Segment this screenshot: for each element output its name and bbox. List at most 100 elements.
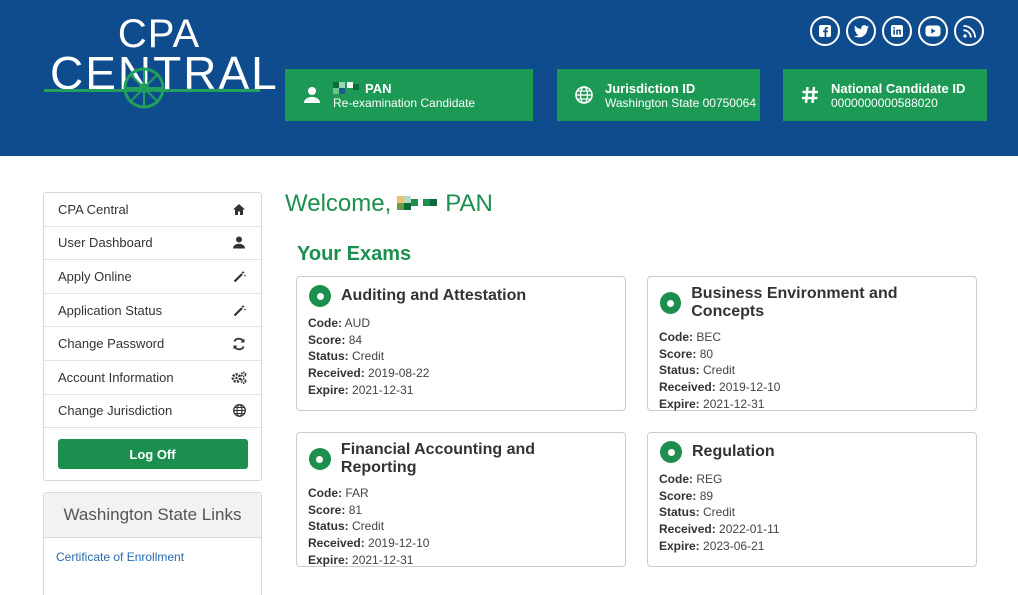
sidebar-item-label: CPA Central [58,201,129,217]
expire-label: Expire: [659,396,700,411]
status-label: Status: [308,349,349,364]
redacted-name-pixels [397,196,438,210]
exam-card-far: Financial Accounting and Reporting Code:… [296,432,626,567]
hashtag-icon [797,86,823,104]
certificate-of-enrollment-link[interactable]: Certificate of Enrollment [44,538,261,576]
code-label: Code: [659,330,693,344]
exam-received: 2022-01-11 [719,522,780,537]
wand-icon [231,302,247,318]
redacted-name-pixels [333,82,359,94]
exam-received: 2019-12-10 [368,536,430,551]
exam-status: Credit [703,505,736,520]
user-icon [299,86,325,104]
gears-icon [231,369,247,385]
status-dot-icon [309,285,331,307]
sidebar-item-label: Change Jurisdiction [58,403,173,419]
sidebar-item-label: Change Password [58,336,165,352]
exam-code: AUD [344,316,371,330]
national-id-info-card: National Candidate ID 0000000000588020 [783,69,987,121]
wand-icon [231,268,247,284]
exam-name: Regulation [692,443,775,460]
log-off-button[interactable]: Log Off [57,439,248,470]
exam-expire: 2021-12-31 [703,396,765,411]
home-icon [231,201,247,217]
received-label: Received: [308,536,365,551]
exam-score: 81 [348,502,363,517]
status-dot-icon [309,448,331,470]
logoff-container: Log Off [44,428,261,480]
sidebar-menu: CPA Central User Dashboard Apply Online … [43,192,262,482]
rss-icon[interactable] [954,16,984,46]
site-header: CPA CENTRAL PAN Re-examination Candidate… [0,0,1018,156]
exam-expire: 2021-12-31 [352,382,414,397]
candidate-info-card: PAN Re-examination Candidate [285,69,533,121]
sidebar-item-cpa-central[interactable]: CPA Central [44,193,261,227]
welcome-prefix: Welcome, [285,190,392,217]
received-label: Received: [659,380,716,395]
exam-code: REG [696,472,723,486]
exam-received: 2019-12-10 [719,380,781,395]
welcome-heading: Welcome, PAN [285,190,493,218]
expire-label: Expire: [308,382,349,397]
exam-card-reg: Regulation Code: REG Score: 89 Status: C… [647,432,977,567]
exam-card-bec: Business Environment and Concepts Code: … [647,276,977,411]
sidebar-item-label: Apply Online [58,268,132,284]
expire-label: Expire: [659,538,700,553]
candidate-type: Re-examination Candidate [333,95,476,110]
social-links [810,16,984,46]
sidebar-item-apply-online[interactable]: Apply Online [44,260,261,294]
exam-score: 89 [699,488,714,503]
exam-score: 84 [348,332,363,347]
received-label: Received: [308,366,365,381]
status-dot-icon [660,441,682,463]
exam-status: Credit [703,363,736,378]
your-exams-heading: Your Exams [297,243,412,265]
logo-wheel-icon [123,67,165,109]
welcome-name: PAN [445,190,493,217]
exam-expire: 2023-06-21 [703,538,765,553]
sidebar-item-label: User Dashboard [58,235,153,251]
score-label: Score: [659,346,697,361]
twitter-icon[interactable] [846,16,876,46]
user-icon [231,235,247,251]
sidebar-item-user-dashboard[interactable]: User Dashboard [44,227,261,261]
code-label: Code: [308,316,342,330]
sidebar-item-change-password[interactable]: Change Password [44,327,261,361]
exam-expire: 2021-12-31 [352,552,414,567]
globe-icon [571,86,597,104]
refresh-icon [231,336,247,352]
jurisdiction-info-card: Jurisdiction ID Washington State 0075006… [557,69,760,121]
candidate-name: PAN [365,80,392,96]
exam-name: Business Environment and Concepts [691,285,898,320]
status-label: Status: [659,363,700,378]
jurisdiction-title: Jurisdiction ID [605,80,696,96]
globe-icon [231,403,247,419]
jurisdiction-value: Washington State 00750064 [605,95,757,110]
state-links-panel: Washington State Links Certificate of En… [43,492,262,595]
youtube-icon[interactable] [918,16,948,46]
sidebar-item-label: Account Information [58,369,174,385]
status-dot-icon [660,292,682,314]
expire-label: Expire: [308,552,349,567]
exam-status: Credit [352,349,385,364]
cpa-central-logo[interactable]: CPA CENTRAL [44,14,277,114]
national-id-title: National Candidate ID [831,80,966,96]
status-label: Status: [659,505,700,520]
score-label: Score: [659,488,697,503]
exam-card-aud: Auditing and Attestation Code: AUD Score… [296,276,626,411]
exam-code: FAR [345,486,369,500]
code-label: Code: [659,472,693,486]
received-label: Received: [659,522,716,537]
sidebar-item-change-jurisdiction[interactable]: Change Jurisdiction [44,395,261,429]
exam-received: 2019-08-22 [368,366,430,381]
facebook-icon[interactable] [810,16,840,46]
sidebar-item-account-information[interactable]: Account Information [44,361,261,395]
sidebar-item-label: Application Status [58,302,163,318]
exam-score: 80 [699,346,714,361]
state-links-title: Washington State Links [44,493,261,538]
sidebar-item-application-status[interactable]: Application Status [44,294,261,328]
linkedin-icon[interactable] [882,16,912,46]
national-id-value: 0000000000588020 [831,95,938,110]
exam-name: Auditing and Attestation [341,287,527,304]
score-label: Score: [308,332,346,347]
